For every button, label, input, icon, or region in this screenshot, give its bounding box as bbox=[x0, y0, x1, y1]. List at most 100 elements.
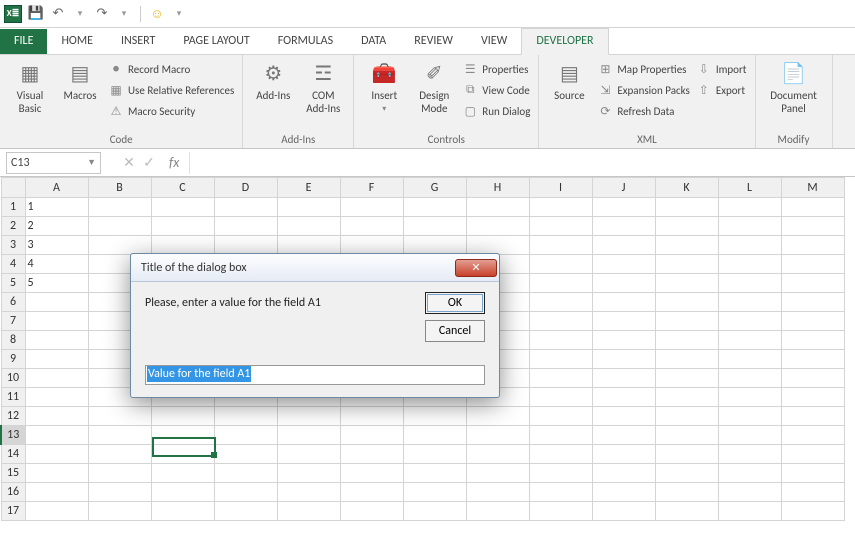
map-properties-button[interactable]: ⊞Map Properties bbox=[597, 59, 689, 79]
cell-D12[interactable] bbox=[214, 407, 277, 426]
row-header-11[interactable]: 11 bbox=[1, 388, 25, 407]
xml-import-button[interactable]: ⇩Import bbox=[696, 59, 747, 79]
cell-H16[interactable] bbox=[466, 483, 529, 502]
cell-M13[interactable] bbox=[781, 426, 844, 445]
cell-D15[interactable] bbox=[214, 464, 277, 483]
cell-G16[interactable] bbox=[403, 483, 466, 502]
cell-L14[interactable] bbox=[718, 445, 781, 464]
cell-A2[interactable]: 2 bbox=[25, 217, 88, 236]
name-box[interactable]: C13 ▼ bbox=[6, 152, 101, 174]
addins-button[interactable]: ⚙Add-Ins bbox=[251, 59, 295, 102]
tab-file[interactable]: FILE bbox=[0, 29, 47, 54]
cell-M6[interactable] bbox=[781, 293, 844, 312]
cell-J10[interactable] bbox=[592, 369, 655, 388]
column-header-F[interactable]: F bbox=[340, 178, 403, 198]
row-header-7[interactable]: 7 bbox=[1, 312, 25, 331]
macros-button[interactable]: ▤ Macros bbox=[58, 59, 102, 102]
tab-data[interactable]: DATA bbox=[347, 29, 400, 54]
cell-C3[interactable] bbox=[151, 236, 214, 255]
cell-F3[interactable] bbox=[340, 236, 403, 255]
cell-K16[interactable] bbox=[655, 483, 718, 502]
cell-I15[interactable] bbox=[529, 464, 592, 483]
cell-K12[interactable] bbox=[655, 407, 718, 426]
cell-I13[interactable] bbox=[529, 426, 592, 445]
row-header-8[interactable]: 8 bbox=[1, 331, 25, 350]
cell-J9[interactable] bbox=[592, 350, 655, 369]
cell-D14[interactable] bbox=[214, 445, 277, 464]
xml-export-button[interactable]: ⇧Export bbox=[696, 80, 747, 100]
cell-I4[interactable] bbox=[529, 255, 592, 274]
cell-G1[interactable] bbox=[403, 198, 466, 217]
cell-L12[interactable] bbox=[718, 407, 781, 426]
cell-C17[interactable] bbox=[151, 502, 214, 521]
view-code-button[interactable]: ⧉View Code bbox=[462, 80, 530, 100]
cell-A1[interactable]: 1 bbox=[25, 198, 88, 217]
cell-H15[interactable] bbox=[466, 464, 529, 483]
cell-G13[interactable] bbox=[403, 426, 466, 445]
cell-D1[interactable] bbox=[214, 198, 277, 217]
cell-L5[interactable] bbox=[718, 274, 781, 293]
column-header-K[interactable]: K bbox=[655, 178, 718, 198]
cell-I8[interactable] bbox=[529, 331, 592, 350]
cell-F17[interactable] bbox=[340, 502, 403, 521]
cell-J4[interactable] bbox=[592, 255, 655, 274]
cell-I9[interactable] bbox=[529, 350, 592, 369]
undo-icon[interactable]: ↶ bbox=[50, 6, 66, 22]
cell-K5[interactable] bbox=[655, 274, 718, 293]
cell-L6[interactable] bbox=[718, 293, 781, 312]
cell-I1[interactable] bbox=[529, 198, 592, 217]
tab-formulas[interactable]: FORMULAS bbox=[264, 29, 347, 54]
cell-E16[interactable] bbox=[277, 483, 340, 502]
cell-E3[interactable] bbox=[277, 236, 340, 255]
cell-C16[interactable] bbox=[151, 483, 214, 502]
cell-M5[interactable] bbox=[781, 274, 844, 293]
cell-M3[interactable] bbox=[781, 236, 844, 255]
cell-K8[interactable] bbox=[655, 331, 718, 350]
use-relative-refs-button[interactable]: ▦Use Relative References bbox=[108, 80, 234, 100]
cell-A17[interactable] bbox=[25, 502, 88, 521]
cell-A6[interactable] bbox=[25, 293, 88, 312]
cell-F15[interactable] bbox=[340, 464, 403, 483]
column-header-J[interactable]: J bbox=[592, 178, 655, 198]
column-header-D[interactable]: D bbox=[214, 178, 277, 198]
save-icon[interactable]: 💾 bbox=[28, 6, 44, 22]
tab-insert[interactable]: INSERT bbox=[107, 29, 169, 54]
cell-B17[interactable] bbox=[88, 502, 151, 521]
cell-J17[interactable] bbox=[592, 502, 655, 521]
row-header-12[interactable]: 12 bbox=[1, 407, 25, 426]
cell-B14[interactable] bbox=[88, 445, 151, 464]
cell-K10[interactable] bbox=[655, 369, 718, 388]
cell-L2[interactable] bbox=[718, 217, 781, 236]
cell-F13[interactable] bbox=[340, 426, 403, 445]
cell-F16[interactable] bbox=[340, 483, 403, 502]
cell-L1[interactable] bbox=[718, 198, 781, 217]
cell-J15[interactable] bbox=[592, 464, 655, 483]
row-header-15[interactable]: 15 bbox=[1, 464, 25, 483]
cell-M17[interactable] bbox=[781, 502, 844, 521]
document-panel-button[interactable]: 📄Document Panel bbox=[764, 59, 824, 115]
cell-A8[interactable] bbox=[25, 331, 88, 350]
cell-L7[interactable] bbox=[718, 312, 781, 331]
refresh-data-button[interactable]: ⟳Refresh Data bbox=[597, 101, 689, 121]
cell-M12[interactable] bbox=[781, 407, 844, 426]
row-header-17[interactable]: 17 bbox=[1, 502, 25, 521]
cell-M2[interactable] bbox=[781, 217, 844, 236]
cell-D2[interactable] bbox=[214, 217, 277, 236]
row-header-9[interactable]: 9 bbox=[1, 350, 25, 369]
design-mode-button[interactable]: ✐Design Mode bbox=[412, 59, 456, 115]
tab-developer[interactable]: DEVELOPER bbox=[521, 28, 608, 55]
cell-E12[interactable] bbox=[277, 407, 340, 426]
cell-E2[interactable] bbox=[277, 217, 340, 236]
cell-J1[interactable] bbox=[592, 198, 655, 217]
cell-I11[interactable] bbox=[529, 388, 592, 407]
cell-A7[interactable] bbox=[25, 312, 88, 331]
cell-K13[interactable] bbox=[655, 426, 718, 445]
cell-K4[interactable] bbox=[655, 255, 718, 274]
cell-A13[interactable] bbox=[25, 426, 88, 445]
row-header-4[interactable]: 4 bbox=[1, 255, 25, 274]
dialog-input[interactable]: Value for the field A1 bbox=[145, 365, 485, 385]
cell-I10[interactable] bbox=[529, 369, 592, 388]
row-header-5[interactable]: 5 bbox=[1, 274, 25, 293]
cell-L4[interactable] bbox=[718, 255, 781, 274]
cell-D16[interactable] bbox=[214, 483, 277, 502]
